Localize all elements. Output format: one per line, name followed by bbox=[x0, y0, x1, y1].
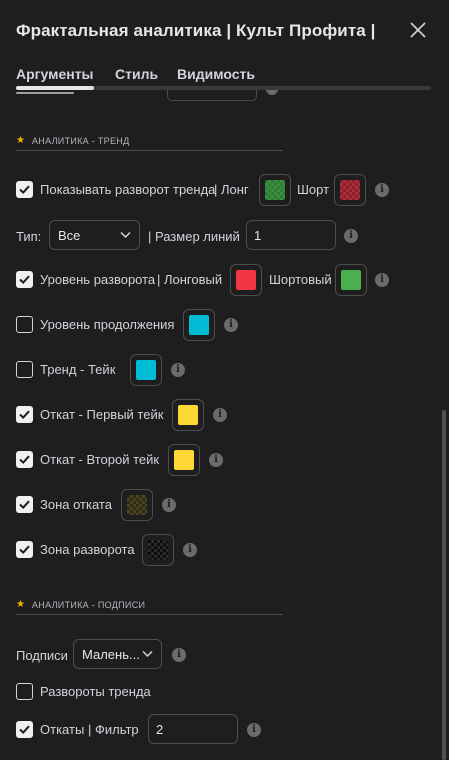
row-continuation-level: Уровень продолжения i bbox=[16, 309, 256, 341]
scrolled-input-remnant[interactable] bbox=[167, 90, 257, 101]
info-icon[interactable]: i bbox=[213, 408, 227, 422]
pullback-first-color-swatch[interactable] bbox=[172, 399, 204, 431]
row-labels: Подписи Малень... i bbox=[16, 639, 206, 671]
short-label: Шорт bbox=[297, 182, 330, 197]
continuation-color-swatch[interactable] bbox=[183, 309, 215, 341]
chevron-down-icon bbox=[142, 650, 153, 658]
pullback-zone-color-swatch[interactable] bbox=[121, 489, 153, 521]
row-type: Тип: Все | Размер линий i bbox=[16, 220, 376, 252]
info-icon[interactable]: i bbox=[224, 318, 238, 332]
short-color-swatch[interactable] bbox=[334, 174, 366, 206]
short-label: Шортовый bbox=[269, 272, 332, 287]
row-pullback-second: Откат - Второй тейк i bbox=[16, 444, 236, 476]
info-icon[interactable]: i bbox=[209, 453, 223, 467]
reversal-zone-color-swatch[interactable] bbox=[142, 534, 174, 566]
continuation-level-label: Уровень продолжения bbox=[40, 317, 175, 332]
row-trend-reversals: Развороты тренда bbox=[16, 676, 176, 704]
long-label: | Лонговый bbox=[157, 272, 223, 287]
info-icon[interactable]: i bbox=[375, 183, 389, 197]
trend-reversals-label: Развороты тренда bbox=[40, 684, 151, 699]
type-label: Тип: bbox=[16, 229, 42, 244]
section-header-trend: ★ АНАЛИТИКА - ТРЕНД bbox=[16, 135, 283, 151]
labels-label: Подписи bbox=[16, 648, 68, 663]
continuation-level-checkbox[interactable] bbox=[16, 316, 33, 333]
show-reversal-checkbox[interactable] bbox=[16, 181, 33, 198]
row-trend-take: Тренд - Тейк i bbox=[16, 354, 196, 386]
type-select-value: Все bbox=[58, 228, 81, 243]
pullbacks-label: Откаты bbox=[40, 722, 85, 737]
long-color-swatch[interactable] bbox=[230, 264, 262, 296]
long-label: | Лонг bbox=[214, 182, 249, 197]
type-select[interactable]: Все bbox=[49, 220, 140, 250]
row-reversal-zone: Зона разворота i bbox=[16, 534, 216, 566]
filter-label: | Фильтр bbox=[88, 722, 139, 737]
info-icon[interactable]: i bbox=[162, 498, 176, 512]
info-icon[interactable]: i bbox=[344, 229, 358, 243]
row-reversal-level: Уровень разворота | Лонговый Шортовый i bbox=[16, 264, 396, 296]
section-title: АНАЛИТИКА - ПОДПИСИ bbox=[32, 600, 146, 610]
filter-input[interactable] bbox=[148, 714, 238, 744]
pullback-first-label: Откат - Первый тейк bbox=[40, 407, 164, 422]
chevron-down-icon bbox=[120, 231, 131, 239]
info-icon[interactable]: i bbox=[172, 648, 186, 662]
info-icon[interactable]: i bbox=[183, 543, 197, 557]
tab-arguments[interactable]: Аргументы bbox=[16, 66, 94, 82]
scrolled-info-icon-remnant bbox=[266, 90, 278, 95]
trend-reversals-checkbox[interactable] bbox=[16, 683, 33, 700]
info-icon[interactable]: i bbox=[375, 273, 389, 287]
short-color-swatch[interactable] bbox=[335, 264, 367, 296]
section-title: АНАЛИТИКА - ТРЕНД bbox=[32, 136, 130, 146]
show-reversal-label: Показывать разворот тренда bbox=[40, 182, 216, 197]
row-pullbacks: Откаты | Фильтр i bbox=[16, 714, 276, 746]
scrollbar[interactable] bbox=[442, 410, 446, 760]
dialog-header: Фрактальная аналитика | Культ Профита | bbox=[0, 0, 449, 62]
pullbacks-checkbox[interactable] bbox=[16, 721, 33, 738]
star-icon: ★ bbox=[16, 135, 25, 146]
reversal-level-checkbox[interactable] bbox=[16, 271, 33, 288]
star-icon: ★ bbox=[16, 599, 25, 610]
row-pullback-zone: Зона отката i bbox=[16, 489, 196, 521]
trend-take-color-swatch[interactable] bbox=[130, 354, 162, 386]
pullback-second-color-swatch[interactable] bbox=[168, 444, 200, 476]
trend-take-label: Тренд - Тейк bbox=[40, 362, 116, 377]
tab-style[interactable]: Стиль bbox=[115, 66, 158, 82]
long-color-swatch[interactable] bbox=[259, 174, 291, 206]
close-icon[interactable] bbox=[408, 20, 428, 40]
pullback-zone-checkbox[interactable] bbox=[16, 496, 33, 513]
line-size-input[interactable] bbox=[246, 220, 336, 250]
tab-visibility[interactable]: Видимость bbox=[177, 66, 255, 82]
row-pullback-first: Откат - Первый тейк i bbox=[16, 399, 236, 431]
section-header-labels: ★ АНАЛИТИКА - ПОДПИСИ bbox=[16, 599, 283, 615]
scrolled-label-remnant bbox=[16, 90, 74, 96]
reversal-zone-label: Зона разворота bbox=[40, 542, 135, 557]
reversal-zone-checkbox[interactable] bbox=[16, 541, 33, 558]
row-show-reversal: Показывать разворот тренда | Лонг Шорт i bbox=[16, 174, 396, 206]
labels-size-value: Малень... bbox=[82, 647, 140, 662]
pullback-zone-label: Зона отката bbox=[40, 497, 112, 512]
line-size-label: | Размер линий bbox=[148, 229, 240, 244]
pullback-second-label: Откат - Второй тейк bbox=[40, 452, 160, 467]
info-icon[interactable]: i bbox=[171, 363, 185, 377]
trend-take-checkbox[interactable] bbox=[16, 361, 33, 378]
info-icon[interactable]: i bbox=[247, 723, 261, 737]
dialog-title: Фрактальная аналитика | Культ Профита | bbox=[16, 21, 376, 40]
reversal-level-label: Уровень разворота bbox=[40, 272, 156, 287]
pullback-first-checkbox[interactable] bbox=[16, 406, 33, 423]
pullback-second-checkbox[interactable] bbox=[16, 451, 33, 468]
labels-size-select[interactable]: Малень... bbox=[73, 639, 162, 669]
